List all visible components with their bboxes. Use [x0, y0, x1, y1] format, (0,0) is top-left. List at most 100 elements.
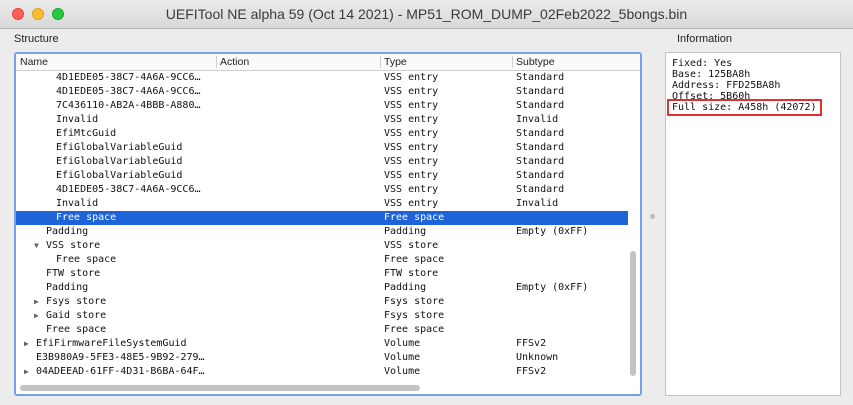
disclosure-collapsed-icon[interactable]: ▶ [24, 338, 29, 350]
disclosure-expanded-icon[interactable]: ▼ [34, 240, 39, 252]
row-name: Gaid store [46, 310, 107, 321]
row-subtype: Standard [516, 128, 565, 139]
row-name: Free space [46, 324, 107, 335]
row-name: Invalid [56, 198, 99, 209]
row-type: Fsys store [384, 310, 445, 321]
row-type: VSS entry [384, 100, 439, 111]
row-name: EfiGlobalVariableGuid [56, 170, 183, 181]
row-subtype: Unknown [516, 352, 559, 363]
tree-row[interactable]: 4D1EDE05-38C7-4A6A-9CC6… VSS entry Standar… [16, 71, 628, 85]
tree-row[interactable]: ▶ Gaid store Fsys store [16, 309, 628, 323]
row-type: Free space [384, 212, 445, 223]
row-type: Volume [384, 352, 421, 363]
tree-row[interactable]: Free space Free space [16, 323, 628, 337]
row-subtype: FFSv2 [516, 366, 547, 377]
row-name: Free space [56, 254, 117, 265]
row-name: EfiGlobalVariableGuid [56, 142, 183, 153]
row-subtype: Empty (0xFF) [516, 226, 589, 237]
horizontal-scroll-thumb[interactable] [20, 385, 420, 391]
row-subtype: Standard [516, 170, 565, 181]
tree-row[interactable]: Free space Free space [16, 211, 628, 225]
row-name: Fsys store [46, 296, 107, 307]
tree-row[interactable]: ▶ 04ADEEAD-61FF-4D31-B6BA-64F… Volume FFSv2 [16, 365, 628, 379]
row-type: VSS entry [384, 72, 439, 83]
tree-row[interactable]: Free space Free space [16, 253, 628, 267]
row-subtype: Standard [516, 86, 565, 97]
row-type: Padding [384, 282, 427, 293]
row-name: E3B980A9-5FE3-48E5-9B92-279… [36, 352, 205, 363]
row-type: VSS store [384, 240, 439, 251]
row-name: Free space [56, 212, 117, 223]
tree-row[interactable]: Padding Padding Empty (0xFF) [16, 281, 628, 295]
row-subtype: Standard [516, 72, 565, 83]
window-title: UEFITool NE alpha 59 (Oct 14 2021) - MP5… [165, 6, 688, 22]
tree-row[interactable]: ▶ Fsys store Fsys store [16, 295, 628, 309]
row-name: Invalid [56, 114, 99, 125]
column-subtype-header[interactable]: Subtype [516, 56, 555, 68]
row-name: EfiMtcGuid [56, 128, 117, 139]
info-line: Address: FFD25BA8h [672, 80, 781, 91]
row-name: 04ADEEAD-61FF-4D31-B6BA-64F… [36, 366, 205, 377]
row-subtype: FFSv2 [516, 338, 547, 349]
row-subtype: Standard [516, 142, 565, 153]
row-name: 4D1EDE05-38C7-4A6A-9CC6… [56, 86, 201, 97]
row-name: 4D1EDE05-38C7-4A6A-9CC6… [56, 72, 201, 83]
tree-row[interactable]: E3B980A9-5FE3-48E5-9B92-279… Volume Unknow… [16, 351, 628, 365]
disclosure-collapsed-icon[interactable]: ▶ [34, 310, 39, 322]
row-subtype: Empty (0xFF) [516, 282, 589, 293]
column-action-header[interactable]: Action [220, 56, 249, 68]
tree-row[interactable]: EfiGlobalVariableGuid VSS entry Standard [16, 141, 628, 155]
row-name: VSS store [46, 240, 101, 251]
row-type: VSS entry [384, 156, 439, 167]
tree-row[interactable]: EfiGlobalVariableGuid VSS entry Standard [16, 169, 628, 183]
row-name: Padding [46, 282, 89, 293]
info-line: Base: 125BA8h [672, 69, 751, 80]
row-name: FTW store [46, 268, 101, 279]
info-line: Fixed: Yes [672, 58, 733, 69]
tree-row[interactable]: ▼ VSS store VSS store [16, 239, 628, 253]
row-type: VSS entry [384, 198, 439, 209]
structure-label: Structure [14, 33, 59, 45]
tree-row[interactable]: EfiGlobalVariableGuid VSS entry Standard [16, 155, 628, 169]
info-line: Offset: 5B60h [672, 91, 751, 102]
row-type: Padding [384, 226, 427, 237]
vertical-scrollbar[interactable] [628, 71, 638, 381]
tree-row[interactable]: Invalid VSS entry Invalid [16, 113, 628, 127]
row-type: Fsys store [384, 296, 445, 307]
row-type: Free space [384, 254, 445, 265]
row-name: EfiFirmwareFileSystemGuid [36, 338, 187, 349]
tree-row[interactable]: Invalid VSS entry Invalid [16, 197, 628, 211]
structure-tree[interactable]: Name Action Type Subtype 4D1EDE05-38C7-4… [14, 52, 642, 396]
row-name: 4D1EDE05-38C7-4A6A-9CC6… [56, 184, 201, 195]
tree-row[interactable]: 7C436110-AB2A-4BBB-A880… VSS entry Standar… [16, 99, 628, 113]
tree-row[interactable]: EfiMtcGuid VSS entry Standard [16, 127, 628, 141]
row-subtype: Standard [516, 100, 565, 111]
row-name: Padding [46, 226, 89, 237]
tree-row[interactable]: ▶ EfiFirmwareFileSystemGuid Volume FFSv2 [16, 337, 628, 351]
vertical-scroll-thumb[interactable] [630, 251, 636, 376]
row-type: VSS entry [384, 170, 439, 181]
title-bar: UEFITool NE alpha 59 (Oct 14 2021) - MP5… [0, 0, 853, 29]
row-type: VSS entry [384, 142, 439, 153]
column-name-header[interactable]: Name [20, 56, 48, 68]
tree-row[interactable]: 4D1EDE05-38C7-4A6A-9CC6… VSS entry Standar… [16, 183, 628, 197]
row-type: VSS entry [384, 128, 439, 139]
tree-row[interactable]: 4D1EDE05-38C7-4A6A-9CC6… VSS entry Standar… [16, 85, 628, 99]
information-panel: Fixed: Yes Base: 125BA8h Address: FFD25BA8… [665, 52, 841, 396]
tree-row[interactable]: FTW store FTW store [16, 267, 628, 281]
row-subtype: Standard [516, 156, 565, 167]
column-type-header[interactable]: Type [384, 56, 407, 68]
row-type: VSS entry [384, 114, 439, 125]
disclosure-collapsed-icon[interactable]: ▶ [24, 366, 29, 378]
row-name: 7C436110-AB2A-4BBB-A880… [56, 100, 201, 111]
disclosure-collapsed-icon[interactable]: ▶ [34, 296, 39, 308]
tree-row[interactable]: Padding Padding Empty (0xFF) [16, 225, 628, 239]
splitter-handle[interactable] [650, 214, 655, 219]
information-label: Information [677, 33, 733, 45]
row-type: FTW store [384, 268, 439, 279]
row-type: VSS entry [384, 86, 439, 97]
row-subtype: Invalid [516, 114, 559, 125]
tree-header: Name Action Type Subtype [16, 54, 640, 71]
tree-rows: 4D1EDE05-38C7-4A6A-9CC6… VSS entry Standar… [16, 71, 628, 379]
row-type: Free space [384, 324, 445, 335]
